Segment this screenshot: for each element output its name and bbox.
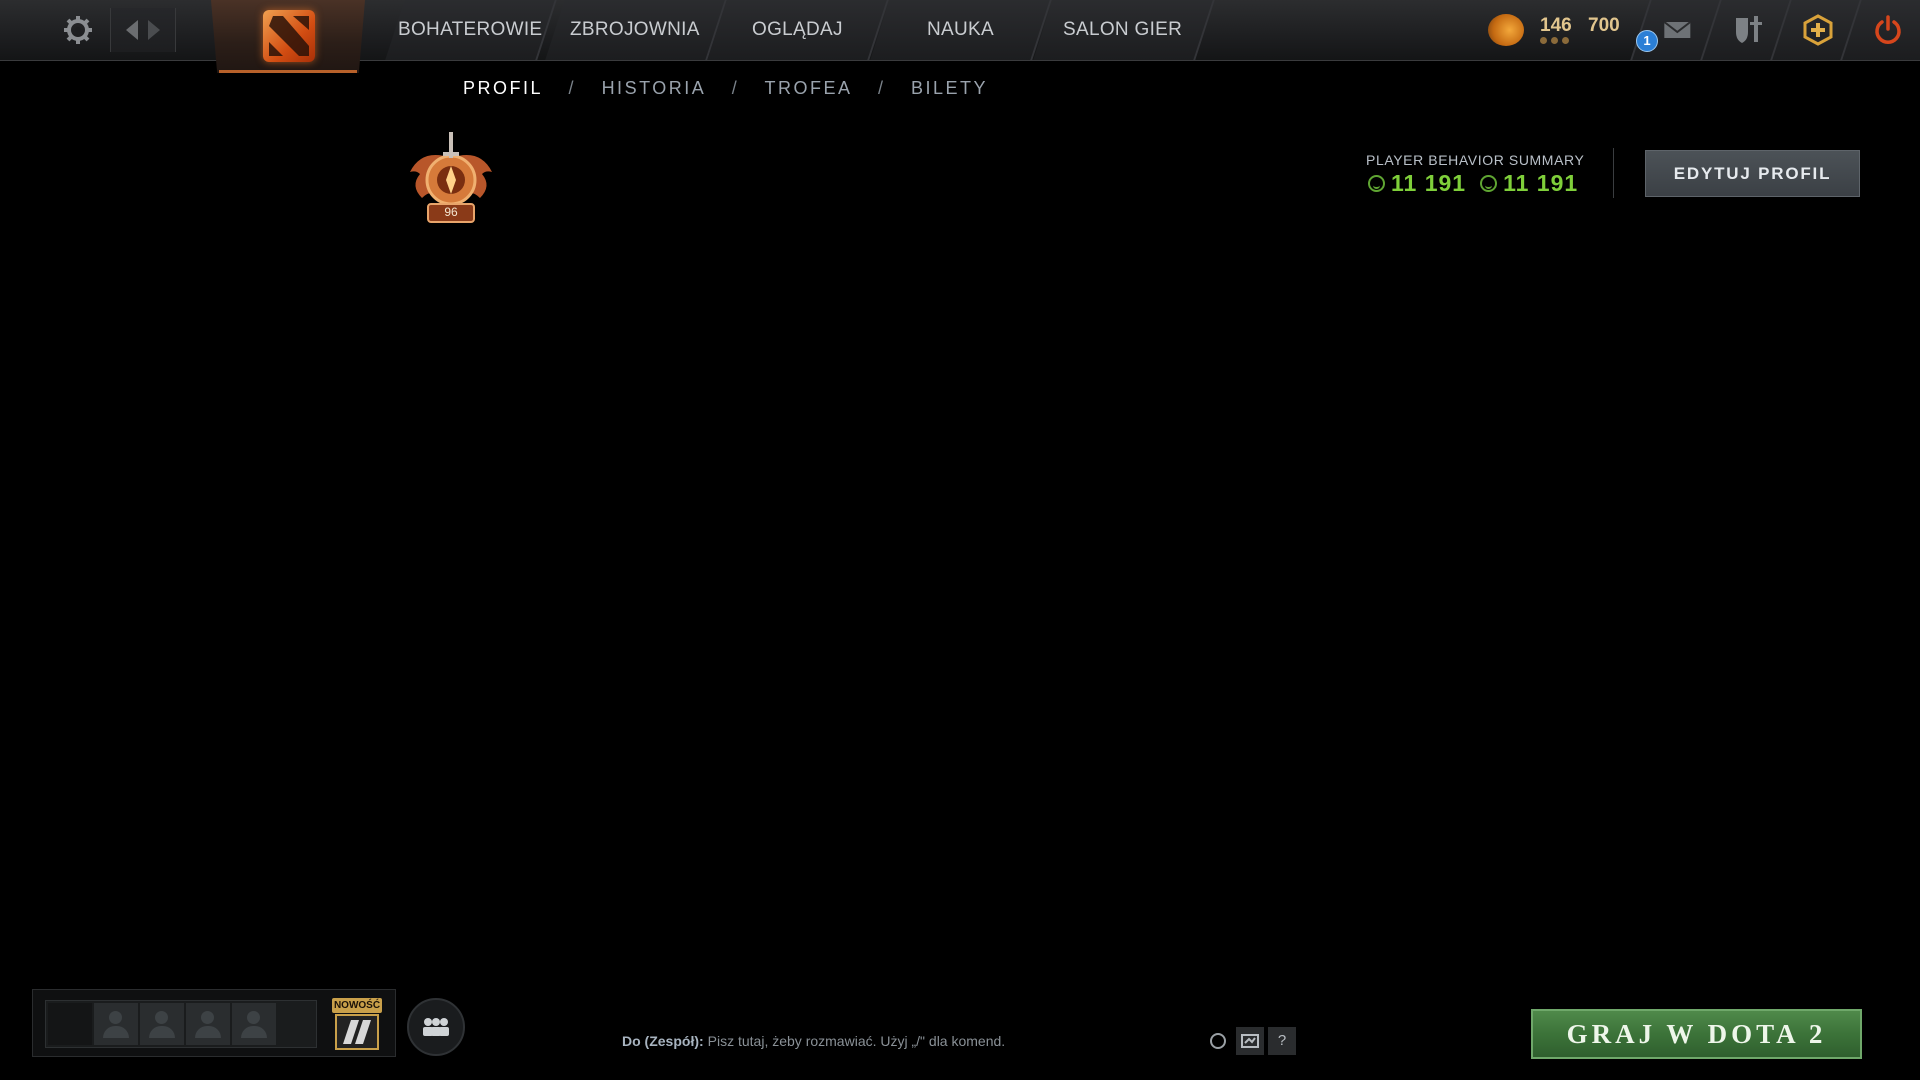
- profile-subnav: PROFIL / HISTORIA / TROFEA / BILETY: [463, 78, 1006, 99]
- home-logo-tab[interactable]: [211, 0, 365, 73]
- communication-score-item: 11 191: [1480, 170, 1578, 197]
- settings-gear-icon[interactable]: [62, 14, 94, 46]
- tab-arcade[interactable]: SALON GIER: [1033, 0, 1215, 60]
- edit-profile-button[interactable]: EDYTUJ PROFIL: [1645, 150, 1860, 197]
- shards-coin-icon: [1488, 14, 1524, 46]
- group-people-icon: [423, 1018, 449, 1036]
- find-party-button[interactable]: [407, 998, 465, 1056]
- subnav-trophies[interactable]: TROFEA: [764, 78, 852, 98]
- chat-wheel-icon: [1241, 1034, 1259, 1048]
- tab-armory[interactable]: ZBROJOWNIA: [545, 0, 727, 60]
- gold-value: 700: [1588, 15, 1620, 36]
- subnav-profile[interactable]: PROFIL: [463, 78, 543, 98]
- chat-tools: ?: [1210, 1027, 1296, 1055]
- currency-display[interactable]: 146 700: [1488, 10, 1628, 50]
- party-slot-empty[interactable]: [232, 1003, 276, 1045]
- behavior-summary-values[interactable]: 11 191 11 191: [1368, 170, 1578, 197]
- chat-help-button[interactable]: ?: [1268, 1027, 1296, 1055]
- shards-value: 146: [1540, 15, 1572, 36]
- party-slot-self[interactable]: [48, 1003, 92, 1045]
- behavior-score-value: 11 191: [1391, 170, 1467, 196]
- user-silhouette-icon: [155, 1011, 168, 1024]
- dota-logo-icon: [263, 10, 315, 62]
- shards-dots: [1540, 37, 1569, 44]
- new-feature-button[interactable]: NOWOŚĆ: [329, 998, 385, 1052]
- communication-smile-icon: [1480, 175, 1498, 192]
- user-silhouette-icon: [109, 1011, 122, 1024]
- user-silhouette-icon: [201, 1011, 214, 1024]
- subnav-tickets[interactable]: BILETY: [911, 78, 988, 98]
- party-slot-empty[interactable]: [186, 1003, 230, 1045]
- header-divider: [1613, 148, 1614, 198]
- subnav-history[interactable]: HISTORIA: [602, 78, 707, 98]
- shield-sword-icon: [1736, 16, 1762, 43]
- emoji-icon[interactable]: [1210, 1033, 1226, 1049]
- chat-placeholder: Pisz tutaj, żeby rozmawiać. Użyj „/" dla…: [707, 1033, 1006, 1049]
- mail-notification-badge: 1: [1636, 30, 1658, 52]
- behavior-summary-title: PLAYER BEHAVIOR SUMMARY: [1366, 152, 1585, 168]
- subnav-separator: /: [731, 78, 740, 98]
- forward-arrow-icon[interactable]: [148, 20, 160, 40]
- behavior-smile-icon: [1368, 175, 1385, 192]
- top-navigation-bar: BOHATEROWIE ZBROJOWNIA OGLĄDAJ NAUKA SAL…: [0, 0, 1920, 73]
- tab-learn[interactable]: NAUKA: [870, 0, 1052, 60]
- chat-channel-label[interactable]: Do (Zespół):: [622, 1033, 704, 1049]
- tab-heroes[interactable]: BOHATEROWIE: [385, 0, 557, 60]
- chat-input[interactable]: Do (Zespół): Pisz tutaj, żeby rozmawiać. …: [622, 1033, 1005, 1049]
- dota-plus-icon: [1803, 14, 1833, 46]
- back-arrow-icon[interactable]: [126, 20, 138, 40]
- subnav-separator: /: [878, 78, 886, 98]
- behavior-score-item: 11 191: [1368, 170, 1466, 197]
- tab-watch[interactable]: OGLĄDAJ: [707, 0, 889, 60]
- party-slots: [45, 1000, 317, 1048]
- new-badge: NOWOŚĆ: [332, 998, 382, 1013]
- new-feature-icon: [335, 1014, 379, 1050]
- profile-level-medal[interactable]: 96: [400, 128, 502, 230]
- party-panel: NOWOŚĆ: [32, 989, 396, 1057]
- user-silhouette-icon: [247, 1011, 260, 1024]
- medal-level-number: 96: [444, 205, 458, 219]
- communication-score-value: 11 191: [1503, 170, 1579, 196]
- chat-wheel-button[interactable]: [1236, 1027, 1264, 1055]
- history-navigation: [110, 8, 176, 52]
- play-dota-button[interactable]: GRAJ W DOTA 2: [1531, 1009, 1862, 1059]
- subnav-separator: /: [568, 78, 577, 98]
- mail-icon: [1663, 21, 1691, 38]
- party-slot-empty[interactable]: [94, 1003, 138, 1045]
- party-slot-empty[interactable]: [140, 1003, 184, 1045]
- power-icon: [1875, 15, 1901, 44]
